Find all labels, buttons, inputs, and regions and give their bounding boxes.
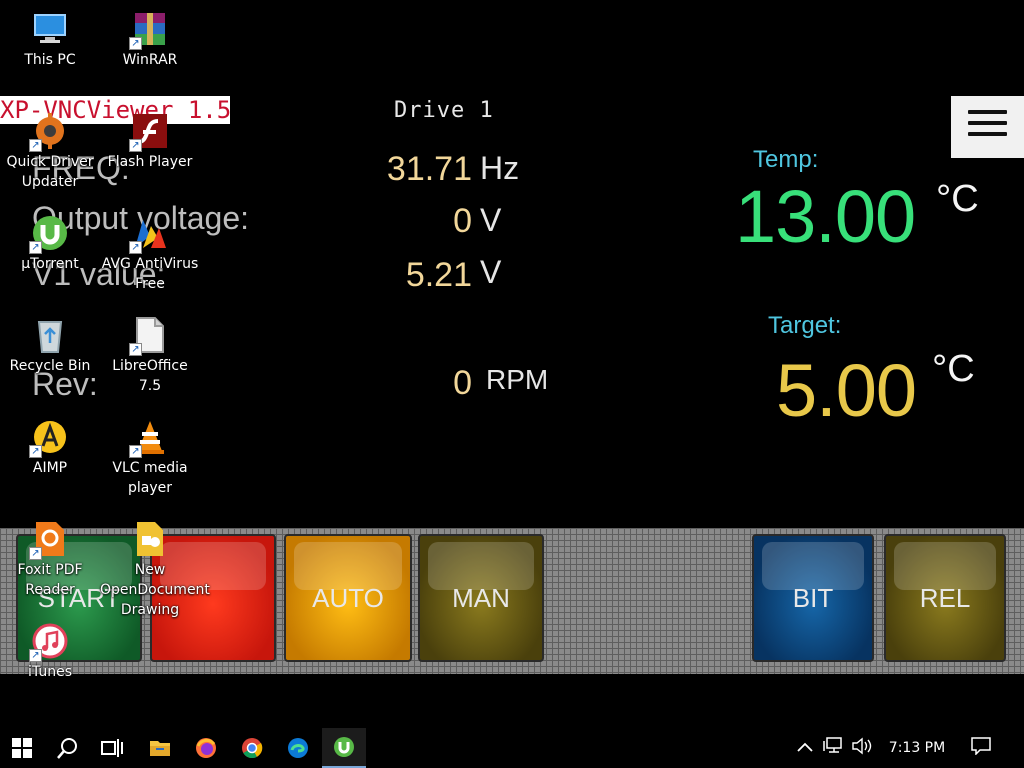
network-icon xyxy=(823,737,842,753)
volume-button[interactable] xyxy=(848,737,876,759)
desktop-icon-recycle-bin[interactable]: Recycle Bin xyxy=(0,316,100,376)
draw-document-icon xyxy=(131,520,169,558)
desktop-icon-utorrent[interactable]: ↗ µTorrent xyxy=(0,214,100,274)
chrome-button[interactable] xyxy=(230,728,274,768)
temp-value: 13.00 xyxy=(735,175,916,258)
speaker-icon xyxy=(852,737,872,755)
rev-unit: RPM xyxy=(486,364,549,395)
network-button[interactable] xyxy=(818,737,848,759)
temp-label: Temp: xyxy=(753,146,819,173)
target-unit: °C xyxy=(932,348,975,390)
firefox-button[interactable] xyxy=(184,728,228,768)
edge-icon xyxy=(288,738,308,758)
avg-icon: ↗ xyxy=(129,214,169,254)
man-button[interactable]: MAN xyxy=(418,534,544,662)
bit-button[interactable]: BIT xyxy=(752,534,874,662)
foxit-icon: ↗ xyxy=(29,520,69,560)
desktop-icon-foxit-pdf-reader[interactable]: ↗ Foxit PDF Reader xyxy=(0,520,100,600)
desktop-icon-itunes[interactable]: ↗ iTunes xyxy=(0,622,100,682)
task-view-icon xyxy=(101,739,123,757)
taskbar: 7:13 PM xyxy=(0,728,1024,768)
shortcut-arrow-icon: ↗ xyxy=(29,547,42,560)
show-hidden-icons-button[interactable] xyxy=(792,740,818,756)
temp-unit: °C xyxy=(936,178,979,220)
freq-value: 31.71 xyxy=(386,150,472,188)
freq-unit: Hz xyxy=(480,150,520,186)
computer-icon xyxy=(31,10,69,48)
recycle-bin-icon xyxy=(31,316,69,354)
task-view-button[interactable] xyxy=(90,728,134,768)
shortcut-arrow-icon: ↗ xyxy=(129,445,142,458)
v1-unit: V xyxy=(480,254,502,290)
chrome-icon xyxy=(242,738,263,759)
rel-button[interactable]: REL xyxy=(884,534,1006,662)
utorrent-icon xyxy=(334,737,354,757)
shortcut-arrow-icon: ↗ xyxy=(129,241,142,254)
target-value: 5.00 xyxy=(776,349,917,432)
file-explorer-icon xyxy=(150,741,170,756)
edge-button[interactable] xyxy=(276,728,320,768)
libreoffice-icon: ↗ xyxy=(129,316,169,356)
desktop-icon-quick-driver-updater[interactable]: ↗ Quick Driver Updater xyxy=(0,112,100,192)
clock[interactable]: 7:13 PM xyxy=(876,740,958,756)
shortcut-arrow-icon: ↗ xyxy=(29,649,42,662)
itunes-icon: ↗ xyxy=(29,622,69,662)
vlc-icon: ↗ xyxy=(129,418,169,458)
file-explorer-button[interactable] xyxy=(138,728,182,768)
v1-value: 5.21 xyxy=(405,256,472,294)
utorrent-taskbar-button[interactable] xyxy=(322,728,366,768)
desktop-icon-avg-antivirus[interactable]: ↗ AVG AntiVirus Free xyxy=(100,214,200,294)
shortcut-arrow-icon: ↗ xyxy=(29,241,42,254)
auto-button[interactable]: AUTO xyxy=(284,534,412,662)
firefox-icon xyxy=(196,738,216,758)
shortcut-arrow-icon: ↗ xyxy=(29,139,42,152)
target-label: Target: xyxy=(768,312,842,339)
start-icon xyxy=(12,738,32,758)
notifications-button[interactable] xyxy=(958,737,1004,759)
winrar-icon: ↗ xyxy=(129,10,169,50)
drive-title: Drive 1 xyxy=(394,98,494,123)
desktop-icon-libreoffice[interactable]: ↗ LibreOffice 7.5 xyxy=(100,316,200,396)
shortcut-arrow-icon: ↗ xyxy=(29,445,42,458)
gear-icon: ↗ xyxy=(29,112,69,152)
desktop-icon-aimp[interactable]: ↗ AIMP xyxy=(0,418,100,478)
shortcut-arrow-icon: ↗ xyxy=(129,37,142,50)
desktop-icon-new-opendocument-drawing[interactable]: New OpenDocument Drawing xyxy=(100,520,210,620)
flash-icon: ↗ xyxy=(129,112,169,152)
notification-icon xyxy=(971,737,991,756)
hamburger-icon xyxy=(968,110,1007,136)
aimp-icon: ↗ xyxy=(29,418,69,458)
chevron-up-icon xyxy=(797,742,813,752)
shortcut-arrow-icon: ↗ xyxy=(129,139,142,152)
utorrent-icon: ↗ xyxy=(29,214,69,254)
output-voltage-value: 0 xyxy=(453,202,472,240)
output-voltage-unit: V xyxy=(480,202,502,238)
desktop-icon-this-pc[interactable]: This PC xyxy=(0,10,100,70)
desktop-icon-winrar[interactable]: ↗ WinRAR xyxy=(100,10,200,70)
search-button[interactable] xyxy=(46,728,90,768)
desktop-icon-vlc[interactable]: ↗ VLC media player xyxy=(100,418,200,498)
menu-button[interactable] xyxy=(951,96,1024,158)
shortcut-arrow-icon: ↗ xyxy=(129,343,142,356)
search-icon xyxy=(57,738,77,759)
desktop-icon-flash-player[interactable]: ↗ Flash Player xyxy=(100,112,200,172)
rev-value: 0 xyxy=(453,364,472,402)
start-button[interactable] xyxy=(0,728,44,768)
